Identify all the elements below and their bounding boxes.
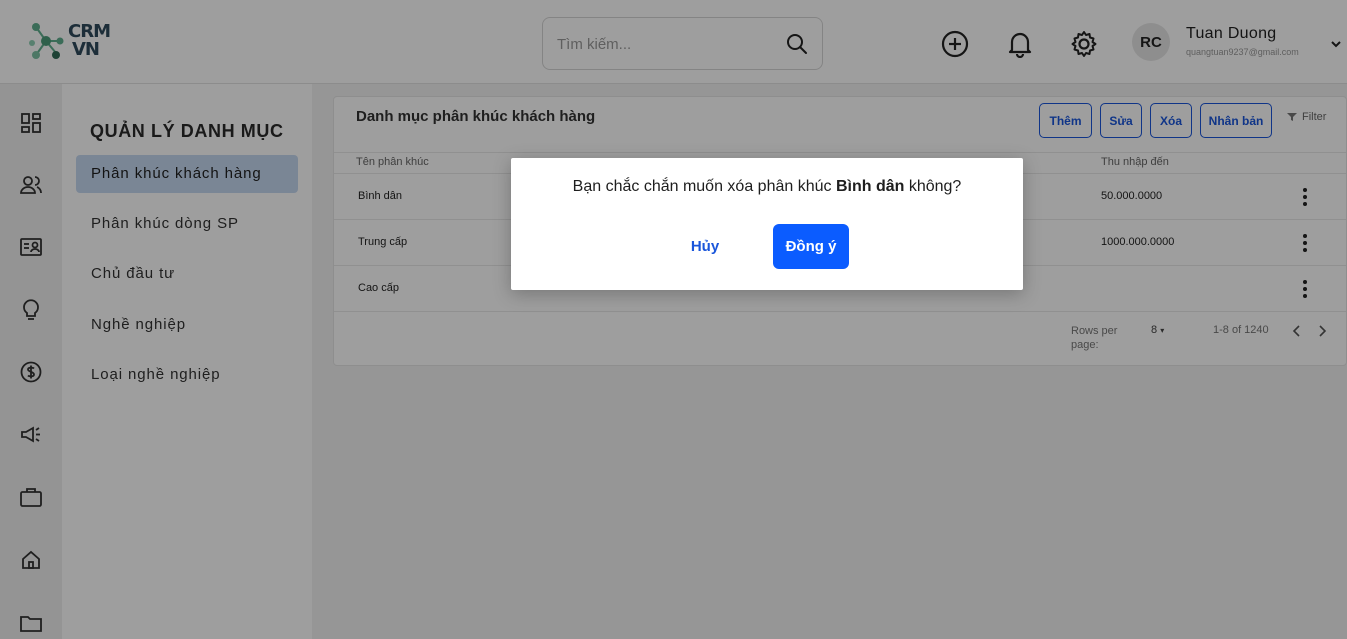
dialog-message-start: Bạn chắc chắn muốn xóa phân khúc	[572, 178, 836, 195]
dialog-message: Bạn chắc chắn muốn xóa phân khúc Bình dâ…	[511, 178, 1023, 196]
dialog-message-segment-name: Bình dân	[835, 178, 905, 195]
delete-confirm-dialog: Bạn chắc chắn muốn xóa phân khúc Bình dâ…	[511, 158, 1023, 290]
dialog-message-end: không?	[904, 178, 962, 195]
confirm-button[interactable]: Đồng ý	[773, 224, 849, 269]
modal-overlay[interactable]	[0, 0, 1347, 639]
cancel-button[interactable]: Hủy	[673, 224, 737, 269]
